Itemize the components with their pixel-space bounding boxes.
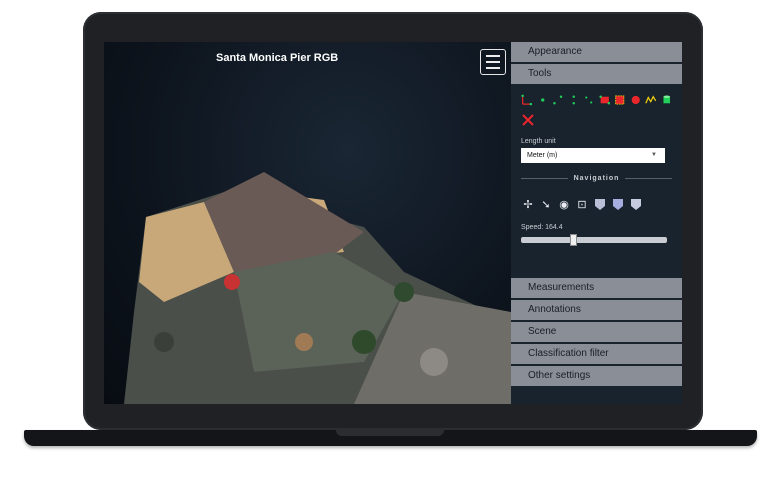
cylinder-icon[interactable] [661,93,673,107]
angle-icon[interactable] [521,93,533,107]
navigation-title: Navigation [573,175,620,182]
accordion-scene[interactable]: Scene [511,322,682,344]
orbit-control-icon[interactable]: ◉ [557,197,571,211]
viewer-title: Santa Monica Pier RGB [216,52,339,64]
length-unit-select[interactable]: Meter (m) ▼ [521,148,665,163]
tool-row-1 [521,92,672,108]
chevron-down-icon: ▼ [651,152,657,158]
length-unit-label: Length unit [521,138,556,145]
earth-control-icon[interactable]: ✢ [521,197,535,211]
length-unit-value: Meter (m) [527,152,558,159]
accordion-tools[interactable]: Tools [511,64,682,86]
area-icon[interactable] [598,93,611,107]
front-view-icon[interactable] [593,197,607,211]
speed-slider[interactable] [521,234,667,246]
accordion-annotations[interactable]: Annotations [511,300,682,322]
speed-slider-handle[interactable] [569,234,577,246]
laptop-notch [336,430,444,436]
speed-label: Speed: 164.4 [521,224,563,231]
remove-all-icon[interactable] [521,113,535,127]
left-view-icon[interactable] [611,197,625,211]
hamburger-icon [486,55,500,57]
volume-box-icon[interactable] [614,93,626,107]
accordion-measurements[interactable]: Measurements [511,278,682,300]
sidebar-panel: Appearance Tools Length unit Meter (m) ▼… [511,42,682,404]
focus-icon[interactable]: ⊡ [575,197,589,211]
point-cloud-render [124,172,511,404]
circle-icon[interactable] [583,93,595,107]
point-icon[interactable] [537,93,549,107]
profile-icon[interactable] [645,93,657,107]
tools-body: Length unit Meter (m) ▼ Navigation ✢ ➘ ◉… [511,86,682,249]
accordion-appearance[interactable]: Appearance [511,42,682,64]
menu-toggle-button[interactable] [480,49,506,75]
accordion-classification-filter[interactable]: Classification filter [511,344,682,366]
navigation-section: Navigation [521,175,673,182]
point-cloud-viewer[interactable]: Santa Monica Pier RGB [104,42,511,404]
fly-control-icon[interactable]: ➘ [539,197,553,211]
top-view-icon[interactable] [629,197,643,211]
distance-icon[interactable] [552,93,564,107]
height-icon[interactable] [568,93,580,107]
navigation-controls: ✢ ➘ ◉ ⊡ [521,196,672,212]
volume-sphere-icon[interactable] [630,93,642,107]
screen: Santa Monica Pier RGB Appearance Tools L… [104,42,682,404]
accordion-other-settings[interactable]: Other settings [511,366,682,388]
tool-row-2 [521,112,672,128]
laptop-base [24,430,757,446]
accordion-list: Measurements Annotations Scene Classific… [511,278,682,388]
